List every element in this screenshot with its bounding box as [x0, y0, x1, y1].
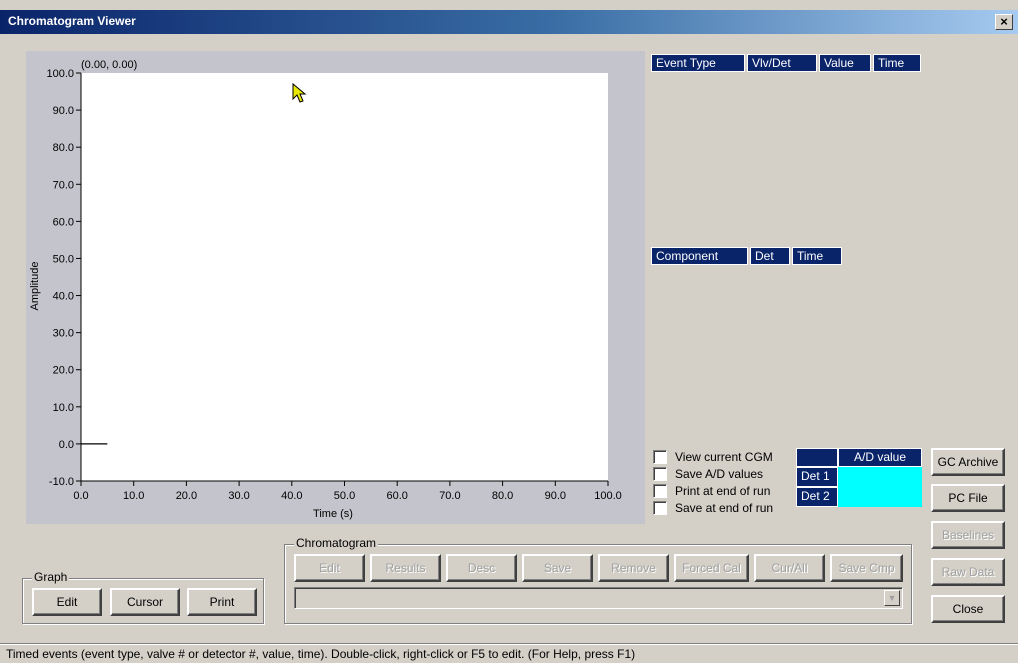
view-current-cgm-checkbox[interactable]: View current CGM [653, 448, 773, 465]
save-ad-values-checkbox[interactable]: Save A/D values [653, 465, 773, 482]
x-tick-label: 30.0 [228, 490, 249, 502]
cursor-readout: (0.00, 0.00) [81, 59, 137, 71]
y-tick-label: 40.0 [53, 291, 74, 303]
x-tick-label: 50.0 [334, 490, 355, 502]
pc-file-button[interactable]: PC File [931, 484, 1005, 512]
col-comp-time[interactable]: Time [792, 247, 842, 265]
y-tick-label: 90.0 [53, 105, 74, 117]
col-component[interactable]: Component [651, 247, 748, 265]
x-tick-label: 10.0 [123, 490, 144, 502]
chevron-down-icon[interactable]: ▼ [884, 590, 900, 606]
col-time[interactable]: Time [873, 54, 921, 72]
col-value[interactable]: Value [819, 54, 871, 72]
x-tick-label: 0.0 [73, 490, 88, 502]
y-tick-label: 100.0 [46, 68, 74, 80]
options-panel: View current CGM Save A/D values Print a… [653, 448, 773, 516]
components-grid-header: Component Det Time [651, 247, 842, 265]
x-tick-label: 100.0 [594, 490, 622, 502]
chromatogram-select[interactable]: ▼ [294, 587, 903, 609]
print-end-of-run-label: Print at end of run [675, 483, 771, 498]
gc-archive-button[interactable]: GC Archive [931, 448, 1005, 476]
y-tick-label: 80.0 [53, 142, 74, 154]
col-event-type[interactable]: Event Type [651, 54, 745, 72]
y-tick-label: 10.0 [53, 402, 74, 414]
x-tick-label: 80.0 [492, 490, 513, 502]
close-button[interactable]: Close [931, 595, 1005, 623]
y-tick-label: 0.0 [59, 439, 74, 451]
forced-cal-button[interactable]: Forced Cal [674, 554, 749, 582]
det1-ad-value [838, 467, 922, 487]
save-cmp-button[interactable]: Save Cmp [830, 554, 903, 582]
y-tick-label: -10.0 [49, 476, 74, 488]
save-end-of-run-label: Save at end of run [675, 500, 774, 515]
chromatogram-group-label: Chromatogram [294, 536, 379, 550]
y-axis-label: Amplitude [29, 262, 41, 311]
x-tick-label: 20.0 [176, 490, 197, 502]
chromatogram-chart[interactable]: 100.0 90.0 80.0 70.0 60.0 50.0 40.0 30.0 20.0 10.… [26, 51, 645, 524]
plot-area [81, 73, 608, 481]
ad-value-table: A/D value Det 1 Det 2 [796, 448, 922, 507]
det1-label: Det 1 [796, 467, 838, 487]
status-bar: Timed events (event type, valve # or det… [0, 643, 1018, 663]
close-icon[interactable]: × [995, 14, 1013, 30]
x-tick-label: 90.0 [545, 490, 566, 502]
y-tick-label: 70.0 [53, 179, 74, 191]
x-tick-label: 60.0 [386, 490, 407, 502]
y-tick-label: 20.0 [53, 365, 74, 377]
col-det[interactable]: Det [750, 247, 790, 265]
print-button[interactable]: Print [187, 588, 257, 616]
cursor-button[interactable]: Cursor [110, 588, 180, 616]
save-end-of-run-checkbox[interactable]: Save at end of run [653, 499, 773, 516]
results-button[interactable]: Results [370, 554, 441, 582]
det2-ad-value [838, 487, 922, 507]
y-tick-label: 30.0 [53, 328, 74, 340]
y-tick-label: 50.0 [53, 253, 74, 265]
save-button[interactable]: Save [522, 554, 593, 582]
baselines-button[interactable]: Baselines [931, 521, 1005, 549]
x-axis-label: Time (s) [313, 508, 353, 520]
print-end-of-run-checkbox[interactable]: Print at end of run [653, 482, 773, 499]
view-current-cgm-label: View current CGM [675, 449, 773, 464]
raw-data-button[interactable]: Raw Data [931, 558, 1005, 586]
y-tick-label: 60.0 [53, 216, 74, 228]
remove-button[interactable]: Remove [598, 554, 669, 582]
col-vlv-det[interactable]: Vlv/Det [747, 54, 817, 72]
window-title: Chromatogram Viewer [8, 14, 136, 28]
title-bar: Chromatogram Viewer × [0, 10, 1018, 34]
cur-all-button[interactable]: Cur/All [754, 554, 825, 582]
graph-group-label: Graph [32, 570, 70, 584]
chrom-edit-button[interactable]: Edit [294, 554, 365, 582]
x-tick-label: 70.0 [439, 490, 460, 502]
desc-button[interactable]: Desc [446, 554, 517, 582]
x-tick-label: 40.0 [281, 490, 302, 502]
graph-edit-button[interactable]: Edit [32, 588, 102, 616]
save-ad-values-label: Save A/D values [675, 466, 764, 481]
ad-corner-cell [796, 448, 838, 467]
det2-label: Det 2 [796, 487, 838, 507]
events-grid-header: Event Type Vlv/Det Value Time [651, 54, 921, 72]
ad-value-header: A/D value [838, 448, 922, 467]
